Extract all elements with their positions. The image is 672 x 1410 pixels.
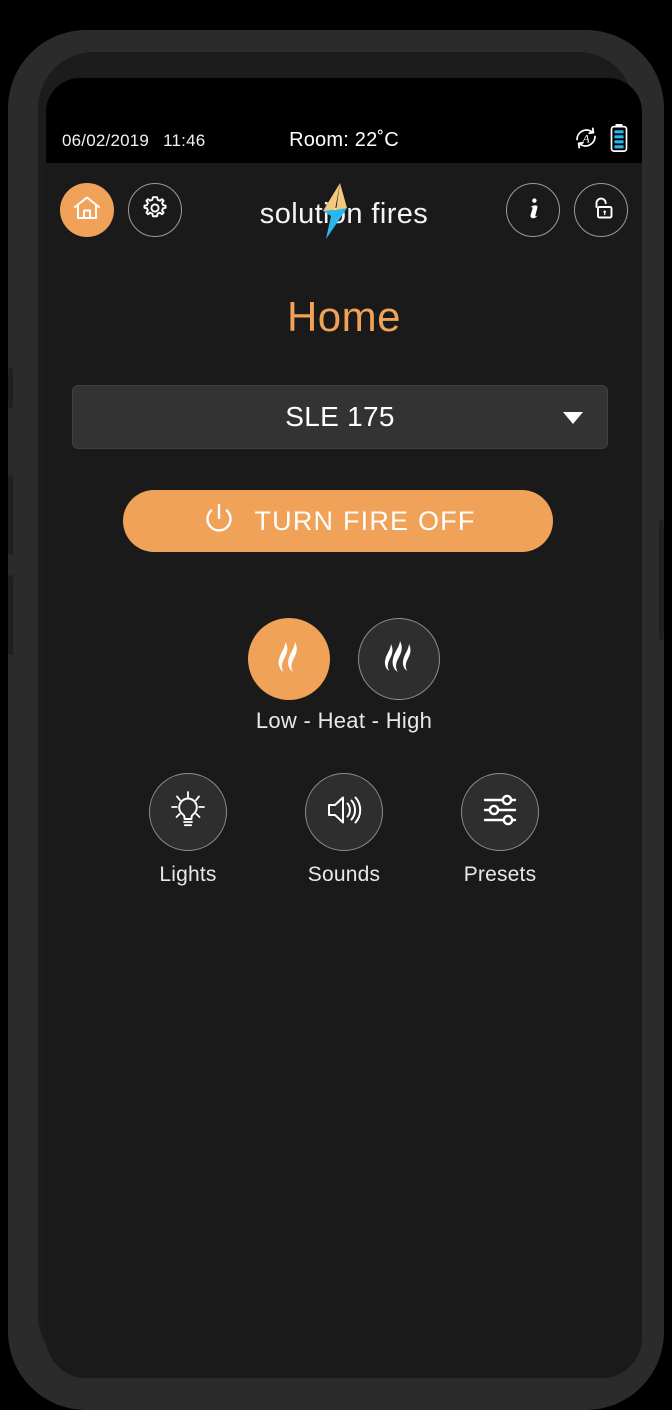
heat-level-row — [46, 618, 642, 700]
phone-screen: 06/02/2019 11:46 Room: 22˚C A solution f… — [46, 78, 642, 1378]
lightbulb-icon — [166, 788, 210, 837]
flame-high-icon — [376, 634, 422, 685]
presets-button[interactable] — [461, 773, 539, 851]
turn-fire-off-label: TURN FIRE OFF — [254, 505, 476, 536]
screen-top-area — [46, 78, 642, 118]
info-button[interactable] — [506, 183, 560, 237]
heat-level-label: Low - Heat - High — [255, 708, 433, 733]
power-icon — [200, 500, 238, 543]
lights-button[interactable] — [149, 773, 227, 851]
lights-feature[interactable]: Lights — [129, 773, 247, 887]
app-header: solution fires — [46, 163, 642, 258]
sounds-button[interactable] — [305, 773, 383, 851]
power-side-button[interactable] — [659, 520, 664, 640]
chevron-down-icon — [563, 412, 583, 424]
lights-label: Lights — [159, 863, 217, 886]
status-bar: 06/02/2019 11:46 Room: 22˚C A — [46, 118, 642, 163]
lock-button[interactable] — [574, 183, 628, 237]
speaker-icon — [322, 788, 366, 837]
info-icon — [518, 193, 548, 228]
volume-up-button[interactable] — [8, 475, 13, 555]
turn-fire-off-button[interactable]: TURN FIRE OFF — [123, 490, 553, 552]
battery-icon — [610, 123, 628, 158]
svg-text:A: A — [581, 132, 590, 146]
page-title: Home — [286, 293, 402, 340]
auto-refresh-icon[interactable]: A — [571, 123, 601, 158]
lightning-bolt-icon — [314, 181, 356, 248]
sliders-icon — [478, 788, 522, 837]
unlocked-padlock-icon — [586, 193, 616, 228]
model-selector-value: SLE 175 — [285, 401, 395, 432]
presets-feature[interactable]: Presets — [441, 773, 559, 887]
status-bar-right: A — [571, 123, 628, 158]
presets-label: Presets — [463, 863, 537, 886]
silent-switch[interactable] — [8, 368, 13, 408]
feature-row: Lights Sounds Presets — [46, 773, 642, 887]
model-selector-dropdown[interactable]: SLE 175 — [72, 385, 608, 449]
sounds-feature[interactable]: Sounds — [285, 773, 403, 887]
flame-low-icon — [266, 634, 312, 685]
phone-device-frame: 06/02/2019 11:46 Room: 22˚C A solution f… — [8, 30, 664, 1410]
heat-level-low-button[interactable] — [248, 618, 330, 700]
volume-down-button[interactable] — [8, 575, 13, 655]
heat-level-high-button[interactable] — [358, 618, 440, 700]
sounds-label: Sounds — [307, 863, 381, 886]
room-temperature-readout: Room: 22˚C — [289, 129, 399, 151]
